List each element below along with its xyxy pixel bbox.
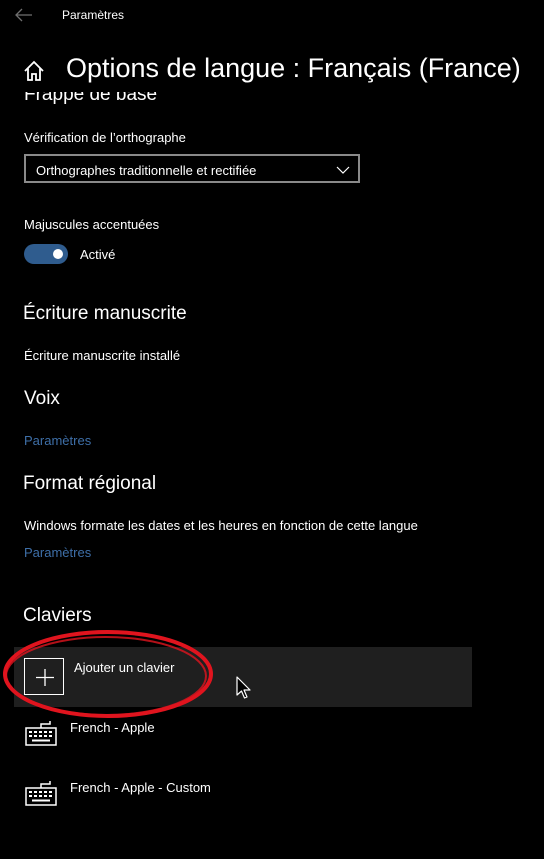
keyboard-item[interactable]: French - Apple [24, 720, 324, 756]
keyboard-icon [25, 721, 57, 746]
keyboard-item-label: French - Apple - Custom [70, 780, 211, 795]
window-title: Paramètres [62, 8, 125, 22]
page-title: Options de langue : Français (France) [66, 53, 521, 83]
keyboard-item[interactable]: French - Apple - Custom [24, 780, 324, 816]
section-heading-regional-format: Format régional [23, 473, 157, 494]
settings-window: Paramètres Frappe de base Options de lan… [0, 0, 544, 859]
plus-icon [24, 658, 64, 695]
section-heading-handwriting: Écriture manuscrite [23, 303, 187, 324]
accented-caps-label: Majuscules accentuées [24, 217, 160, 232]
voice-settings-link[interactable]: Paramètres [24, 433, 91, 448]
section-heading-keyboards: Claviers [23, 605, 92, 626]
back-arrow-icon[interactable] [14, 6, 34, 24]
keyboard-icon [25, 781, 57, 806]
chevron-down-icon [336, 163, 350, 175]
spellcheck-label: Vérification de l’orthographe [24, 130, 186, 145]
home-icon[interactable] [22, 59, 46, 83]
title-bar: Paramètres [0, 0, 544, 30]
add-keyboard-label: Ajouter un clavier [74, 660, 175, 675]
keyboard-item-label: French - Apple [70, 720, 155, 735]
accented-caps-state: Activé [80, 247, 116, 262]
page-header: Options de langue : Français (France) [0, 50, 544, 92]
spellcheck-dropdown-value: Orthographes traditionnelle et rectifiée [36, 163, 257, 178]
mouse-cursor-icon [236, 676, 251, 699]
toggle-knob [53, 249, 63, 259]
section-heading-voice: Voix [24, 388, 60, 409]
regional-format-description: Windows formate les dates et les heures … [24, 518, 418, 533]
regional-format-settings-link[interactable]: Paramètres [24, 545, 91, 560]
handwriting-status: Écriture manuscrite installé [24, 348, 181, 363]
spellcheck-dropdown[interactable]: Orthographes traditionnelle et rectifiée [24, 154, 360, 183]
accented-caps-toggle[interactable] [24, 244, 68, 264]
